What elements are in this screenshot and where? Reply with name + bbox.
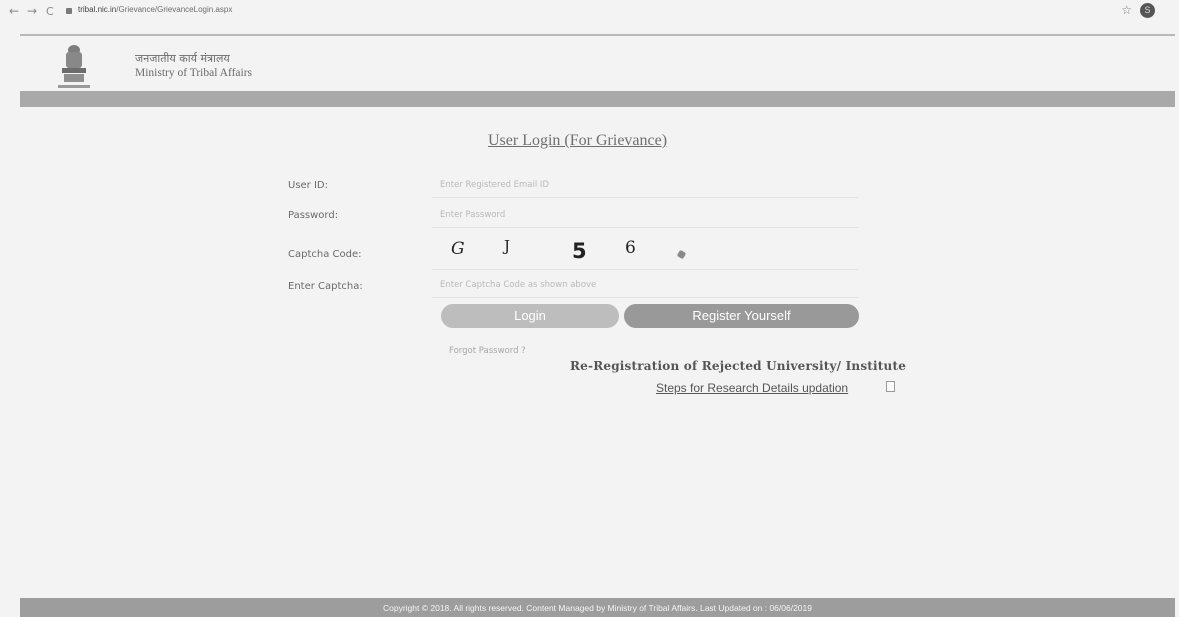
captcha-code-label: Captcha Code:: [288, 249, 362, 260]
url-path: /Grievance/GrievanceLogin.aspx: [116, 5, 233, 14]
footer-copyright: Copyright © 2018. All rights reserved. C…: [383, 603, 812, 613]
ministry-name: Ministry of Tribal Affairs: [135, 67, 253, 79]
password-input[interactable]: [432, 202, 858, 228]
header-band: [20, 91, 1175, 107]
profile-avatar[interactable]: S: [1140, 3, 1155, 18]
header-top-line: [20, 34, 1175, 36]
enter-captcha-label: Enter Captcha:: [288, 281, 363, 292]
login-button[interactable]: Login: [441, 304, 619, 328]
captcha-char: 6: [625, 238, 636, 258]
reload-icon[interactable]: C: [46, 5, 54, 18]
footer: Copyright © 2018. All rights reserved. C…: [20, 598, 1175, 617]
user-id-input[interactable]: [432, 172, 858, 198]
reregistration-link[interactable]: Re-Registration of Rejected University/ …: [570, 359, 906, 373]
register-button[interactable]: Register Yourself: [624, 304, 859, 328]
user-id-label: User ID:: [288, 180, 328, 191]
lock-icon: [66, 8, 72, 14]
address-bar[interactable]: tribal.nic.in/Grievance/GrievanceLogin.a…: [78, 5, 232, 14]
back-icon[interactable]: ←: [9, 4, 19, 18]
browser-toolbar: ← → C tribal.nic.in/Grievance/GrievanceL…: [0, 0, 1179, 26]
captcha-char: J: [504, 237, 511, 255]
forgot-password-link[interactable]: Forgot Password ?: [449, 346, 526, 356]
captcha-refresh-icon[interactable]: [676, 249, 687, 260]
ministry-hindi-name: जनजातीय कार्य मंत्रालय: [135, 52, 230, 65]
page-title[interactable]: User Login (For Grievance): [488, 132, 667, 150]
national-emblem-logo: [58, 45, 90, 88]
steps-research-link[interactable]: Steps for Research Details updation: [656, 381, 848, 395]
bookmark-star-icon[interactable]: ☆: [1121, 3, 1132, 17]
captcha-char: G: [451, 239, 465, 259]
captcha-char: 5: [572, 239, 587, 263]
captcha-input[interactable]: [432, 272, 858, 298]
captcha-image: G J 5 6: [432, 233, 858, 270]
document-icon[interactable]: [886, 381, 895, 392]
password-label: Password:: [288, 210, 339, 221]
forward-icon[interactable]: →: [27, 4, 37, 18]
url-host: tribal.nic.in: [78, 5, 117, 14]
